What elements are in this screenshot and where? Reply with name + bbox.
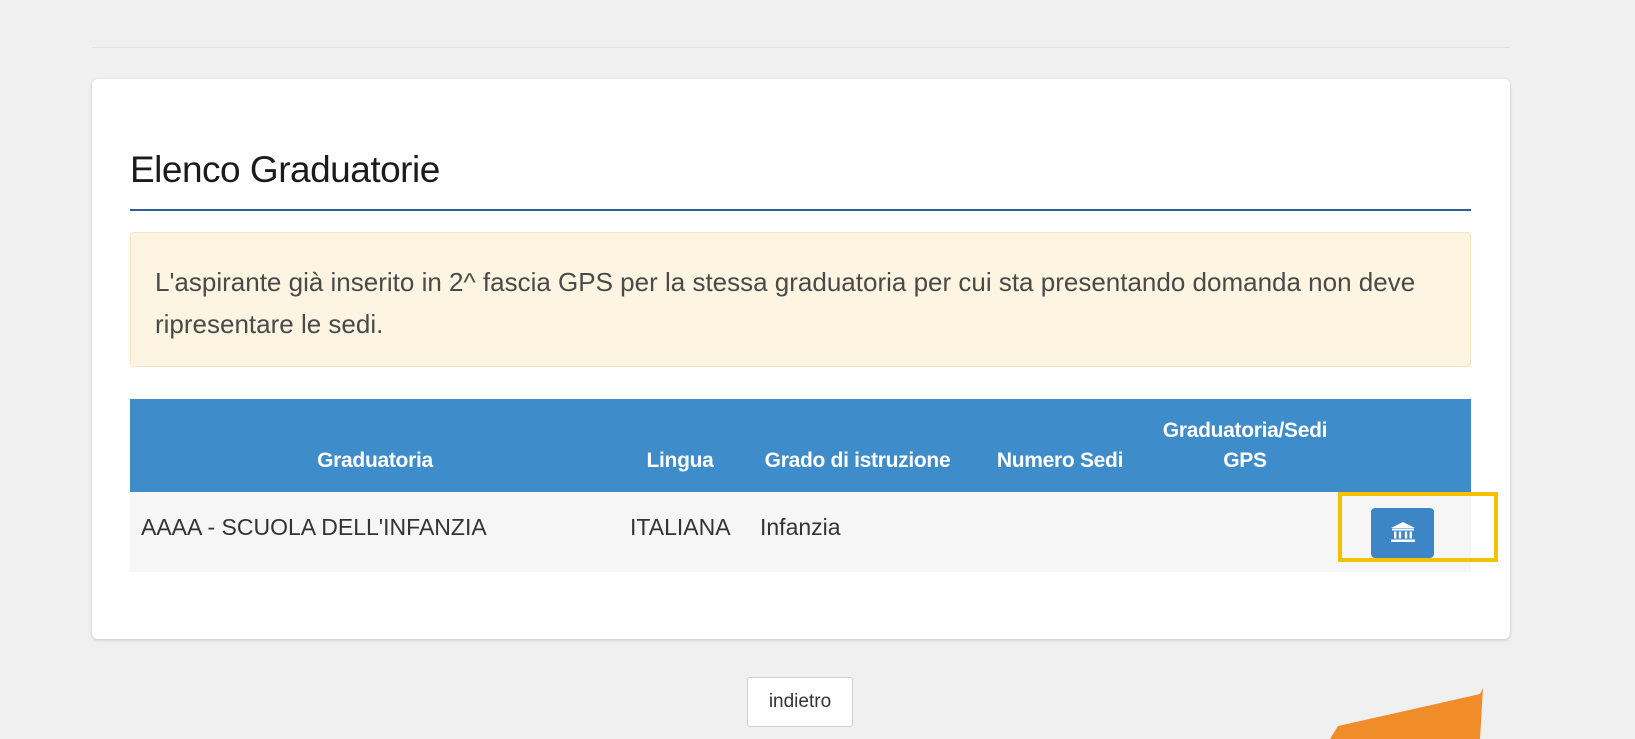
cell-graduatoria: AAAA - SCUOLA DELL'INFANZIA (141, 514, 487, 540)
back-button[interactable]: indietro (747, 677, 853, 727)
cell-grado: Infanzia (760, 514, 841, 540)
column-header-gps-line2: GPS (1223, 449, 1267, 472)
gps-sedi-button[interactable] (1371, 508, 1434, 558)
column-header-gps: Graduatoria/Sedi GPS (1160, 416, 1330, 476)
page: Elenco Graduatorie L'aspirante già inser… (0, 0, 1635, 739)
arrow-annotation (1330, 688, 1483, 739)
column-header-lingua: Lingua (646, 449, 714, 472)
graduatorie-table: Graduatoria Lingua Grado di istruzione N… (130, 399, 1471, 572)
title-underline (130, 209, 1471, 211)
warning-alert: L'aspirante già inserito in 2^ fascia GP… (130, 232, 1471, 367)
top-divider (92, 47, 1510, 48)
column-header-graduatoria: Graduatoria (317, 449, 433, 472)
column-header-numero-sedi: Numero Sedi (996, 449, 1124, 472)
column-header-gps-line1: Graduatoria/Sedi (1162, 419, 1328, 442)
section-title: Elenco Graduatorie (130, 149, 440, 190)
cell-lingua: ITALIANA (630, 514, 731, 540)
table-row: AAAA - SCUOLA DELL'INFANZIA ITALIANA Inf… (130, 492, 1471, 572)
graduatorie-card: Elenco Graduatorie L'aspirante già inser… (92, 79, 1510, 639)
column-header-grado: Grado di istruzione (764, 449, 951, 472)
table-header: Graduatoria Lingua Grado di istruzione N… (130, 399, 1471, 492)
institution-icon (1390, 521, 1416, 546)
